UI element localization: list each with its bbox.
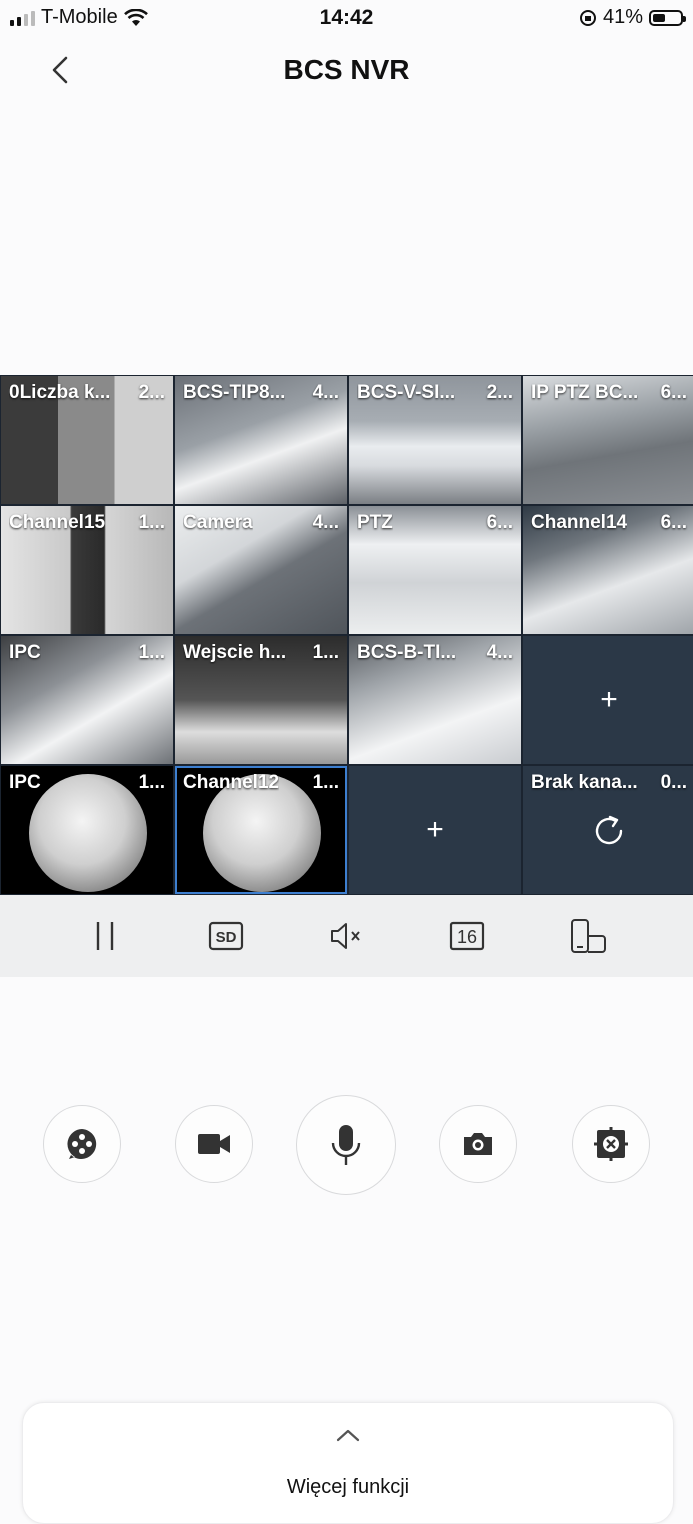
no-channel-tile[interactable]: Brak kana... 0... <box>523 766 693 894</box>
record-button[interactable] <box>175 1105 253 1183</box>
chevron-up-icon[interactable] <box>335 1427 361 1443</box>
layout-label: 16 <box>457 927 477 947</box>
channel-number: 6... <box>660 382 687 403</box>
status-right: 41% <box>579 6 686 29</box>
playback-controls: SD 16 <box>0 895 693 977</box>
layout-button[interactable]: 16 <box>442 911 492 961</box>
channel-number: 1... <box>138 772 165 793</box>
channel-name: PTZ <box>357 512 393 533</box>
channel-tile[interactable]: BCS-V-SI... 2... <box>349 376 521 504</box>
camera-icon <box>464 1133 492 1155</box>
channel-tile[interactable]: Channel15 1... <box>1 506 173 634</box>
channel-name: Channel14 <box>531 512 628 533</box>
channel-number: 1... <box>312 772 339 793</box>
channel-tile[interactable]: IPC 1... <box>1 636 173 764</box>
channel-name: 0Liczba k... <box>9 382 111 403</box>
add-icon: + <box>426 813 444 846</box>
channel-name: Channel15 <box>9 512 106 533</box>
channel-number: 4... <box>312 512 339 533</box>
channel-tile[interactable]: BCS-B-TI... 4... <box>349 636 521 764</box>
battery-icon <box>649 9 686 26</box>
mute-button[interactable] <box>321 911 371 961</box>
mute-icon <box>331 923 361 949</box>
channel-name: Camera <box>183 512 253 533</box>
channel-name: IPC <box>9 642 41 663</box>
add-channel-tile[interactable]: + <box>349 766 521 894</box>
channel-tile-selected[interactable]: Channel12 1... <box>175 766 347 894</box>
quality-button[interactable]: SD <box>201 911 251 961</box>
add-channel-tile[interactable]: + <box>523 636 693 764</box>
channel-tile[interactable]: PTZ 6... <box>349 506 521 634</box>
pause-button[interactable] <box>80 911 130 961</box>
page-title: BCS NVR <box>283 54 410 85</box>
refresh-icon[interactable] <box>591 813 627 849</box>
battery-percent: 41% <box>602 6 643 28</box>
channel-tile[interactable]: Channel14 6... <box>523 506 693 634</box>
channel-number: 0... <box>660 772 687 793</box>
channel-name: IP PTZ BC... <box>531 382 639 403</box>
channel-name: BCS-B-TI... <box>357 642 457 663</box>
channel-name: Wejscie h... <box>183 642 287 663</box>
channel-number: 4... <box>312 382 339 403</box>
channel-tile[interactable]: 0Liczba k... 2... <box>1 376 173 504</box>
layout-16-icon: 16 <box>449 921 485 951</box>
more-functions-label: Więcej funkcji <box>286 1476 410 1498</box>
channel-name: Channel12 <box>183 772 280 793</box>
channel-number: 2... <box>138 382 165 403</box>
status-bar: T-Mobile 14:42 41% <box>0 0 693 36</box>
channel-number: 4... <box>486 642 513 663</box>
fisheye-close-icon <box>594 1127 628 1161</box>
sd-quality-icon: SD <box>208 921 243 951</box>
quality-label: SD <box>215 929 236 946</box>
channel-number: 6... <box>660 512 687 533</box>
channel-tile[interactable]: IP PTZ BC... 6... <box>523 376 693 504</box>
talk-button[interactable] <box>296 1095 396 1195</box>
action-buttons <box>0 1095 693 1195</box>
channel-number: 6... <box>486 512 513 533</box>
channel-tile[interactable]: Wejscie h... 1... <box>175 636 347 764</box>
channel-number: 2... <box>486 382 513 403</box>
orientation-lock-icon <box>579 9 596 26</box>
channel-name: BCS-TIP8... <box>183 382 286 403</box>
ptz-button[interactable] <box>43 1105 121 1183</box>
channel-number: 1... <box>312 642 339 663</box>
nav-header: BCS NVR <box>0 36 693 104</box>
ptz-joystick-icon <box>67 1129 97 1159</box>
camera-grid: 0Liczba k... 2... BCS-TIP8... 4... BCS-V-S… <box>0 375 693 895</box>
rotate-screen-button[interactable] <box>563 911 613 961</box>
channel-tile[interactable]: BCS-TIP8... 4... <box>175 376 347 504</box>
channel-tile[interactable]: IPC 1... <box>1 766 173 894</box>
channel-tile[interactable]: Camera 4... <box>175 506 347 634</box>
channel-name: BCS-V-SI... <box>357 382 456 403</box>
channel-number: 1... <box>138 642 165 663</box>
microphone-icon <box>331 1125 361 1165</box>
channel-number: 1... <box>138 512 165 533</box>
pause-icon <box>97 922 114 950</box>
rotate-screen-icon <box>570 919 606 953</box>
fisheye-button[interactable] <box>572 1105 650 1183</box>
more-functions-panel[interactable]: Więcej funkcji <box>22 1402 674 1524</box>
snapshot-button[interactable] <box>439 1105 517 1183</box>
add-icon: + <box>600 683 618 716</box>
channel-name: IPC <box>9 772 41 793</box>
video-camera-icon <box>198 1134 230 1154</box>
channel-name: Brak kana... <box>531 772 638 793</box>
